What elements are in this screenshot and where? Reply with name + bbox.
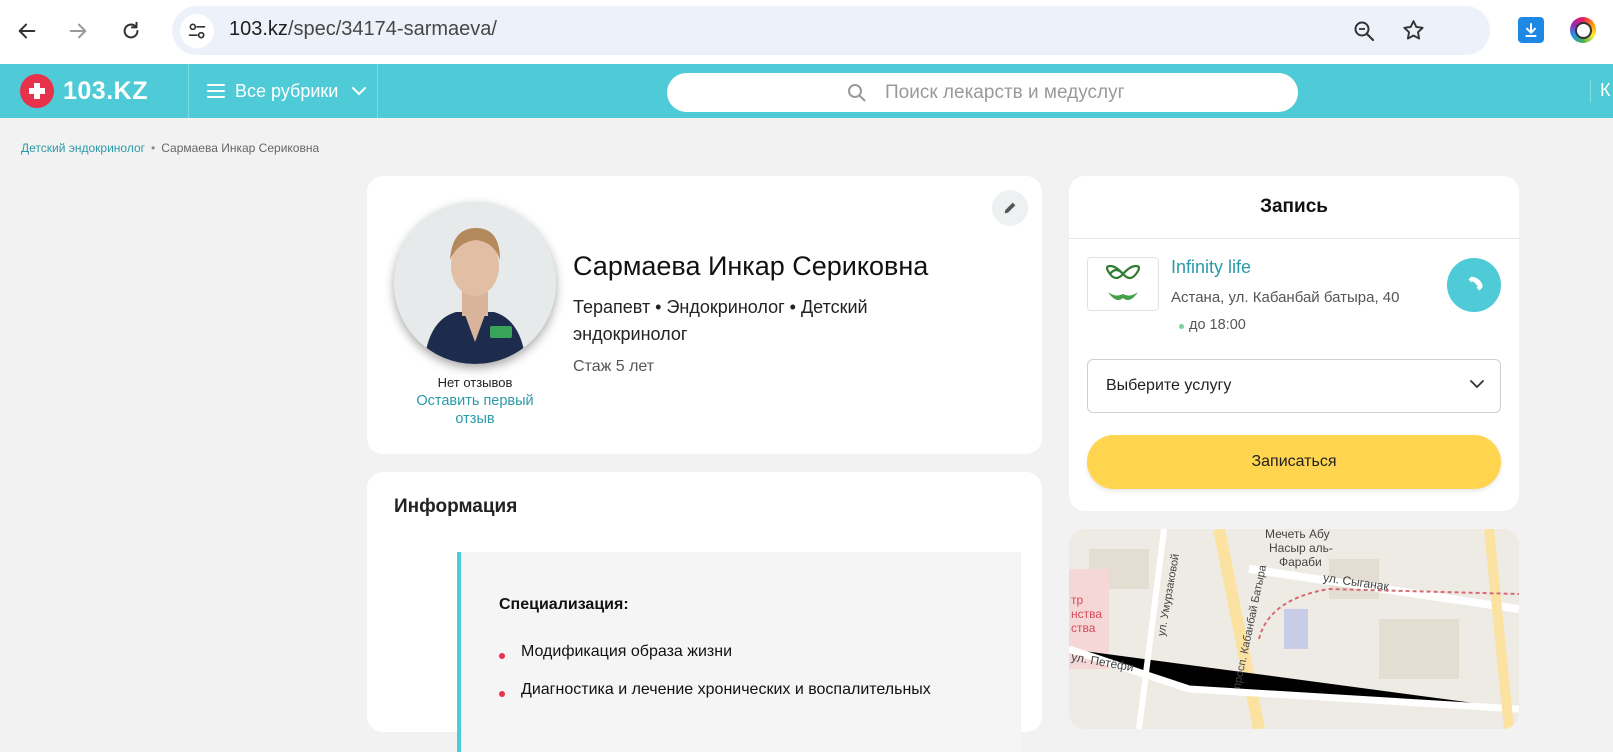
book-appointment-button[interactable]: Записаться (1087, 435, 1501, 489)
clinic-map[interactable]: Мечеть Абу Насыр аль- Фараби ул. Сыганак… (1069, 529, 1519, 729)
chevron-down-icon (1470, 379, 1484, 389)
back-arrow-icon[interactable] (10, 14, 44, 48)
service-select-value: Выберите услугу (1106, 377, 1232, 394)
breadcrumb-separator: • (151, 141, 156, 155)
header-right-item[interactable]: К (1590, 80, 1611, 102)
breadcrumb-current: Сармаева Инкар Сериковна (161, 141, 320, 155)
logo-text: 103.KZ (63, 76, 148, 105)
download-icon[interactable] (1518, 17, 1544, 43)
clinic-name-link[interactable]: Infinity life (1171, 257, 1251, 278)
bookmark-star-icon[interactable] (1401, 18, 1426, 48)
all-rubrics-button[interactable]: Все рубрики (188, 64, 378, 118)
phone-icon (1463, 274, 1485, 296)
map-label: нства (1071, 607, 1103, 621)
site-logo[interactable]: 103.KZ (20, 74, 148, 108)
doctor-name: Сармаева Инкар Сериковна (573, 251, 929, 281)
forward-arrow-icon[interactable] (61, 14, 95, 48)
logo-cross-icon (20, 74, 54, 108)
reload-icon[interactable] (114, 14, 148, 48)
service-select[interactable]: Выберите услугу (1087, 359, 1501, 413)
zoom-icon[interactable] (1352, 19, 1376, 48)
map-label: ства (1071, 621, 1096, 635)
clinic-hours: до 18:00 (1189, 317, 1246, 333)
booking-card: Запись Infinity life Астана, ул. Кабанба… (1069, 176, 1519, 511)
bullet-icon (499, 653, 505, 659)
bullet-icon (499, 691, 505, 697)
edit-button[interactable] (992, 190, 1028, 226)
search-input[interactable]: Поиск лекарств и медуслуг (885, 82, 1125, 104)
site-header: 103.KZ Все рубрики Поиск лекарств и меду… (0, 64, 1613, 118)
search-box[interactable]: Поиск лекарств и медуслуг (667, 73, 1298, 112)
map-label: Мечеть Абу (1265, 529, 1330, 541)
doctor-specialties: Терапевт • Эндокринолог • Детский эндокр… (573, 297, 868, 344)
clinic-address: Астана, ул. Кабанбай батыра, 40 (1171, 289, 1400, 306)
breadcrumb-parent-link[interactable]: Детский эндокринолог (21, 141, 145, 155)
list-item: Диагностика и лечение хронических и восп… (521, 681, 931, 698)
chevron-down-icon (352, 86, 367, 96)
specialization-block: Специализация: Модификация образа жизни … (457, 552, 1021, 752)
search-icon (847, 83, 867, 108)
info-title: Информация (394, 496, 518, 517)
no-reviews-text: Нет отзывов (437, 375, 513, 390)
list-item: Модификация образа жизни (521, 643, 732, 660)
doctor-profile-card: Нет отзывов Оставить первый отзыв Сармае… (367, 176, 1042, 454)
site-info-icon[interactable] (180, 14, 214, 48)
browser-toolbar: 103.kz/spec/34174-sarmaeva/ (0, 0, 1613, 65)
leave-first-review-link[interactable]: Оставить первый отзыв (405, 392, 545, 428)
url-text: 103.kz/spec/34174-sarmaeva/ (229, 18, 497, 41)
menu-icon (207, 83, 225, 99)
map-label: Фараби (1279, 555, 1322, 569)
url-domain: 103.kz (229, 18, 288, 40)
call-button[interactable] (1447, 258, 1501, 312)
extension-icon[interactable] (1570, 17, 1596, 43)
specialization-heading: Специализация: (499, 596, 629, 613)
infinity-logo-icon[interactable] (1087, 257, 1159, 311)
info-card: Информация Специализация: Модификация об… (367, 472, 1042, 752)
url-path: /spec/34174-sarmaeva/ (287, 18, 497, 40)
doctor-experience: Стаж 5 лет (573, 358, 655, 375)
open-status-dot (1179, 324, 1184, 329)
rubrics-label: Все рубрики (235, 80, 339, 101)
map-label: тр (1071, 593, 1084, 607)
divider (1069, 238, 1519, 239)
booking-title: Запись (1260, 196, 1328, 217)
edit-pencil-icon (1002, 200, 1018, 216)
map-label: Насыр аль- (1269, 541, 1333, 555)
doctor-avatar (394, 202, 556, 364)
breadcrumb: Детский эндокринолог • Сармаева Инкар Сери… (21, 141, 319, 155)
